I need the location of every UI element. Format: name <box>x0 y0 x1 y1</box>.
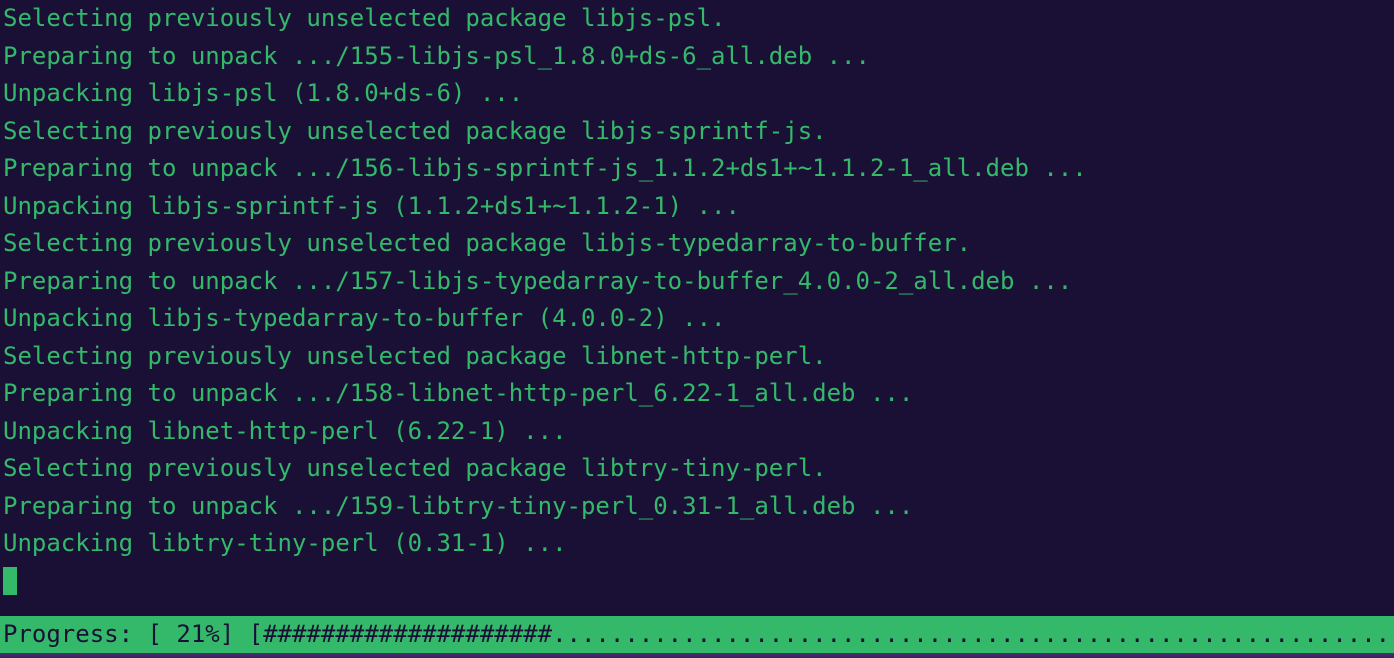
terminal-line: Unpacking libjs-typedarray-to-buffer (4.… <box>0 300 1394 338</box>
terminal-window[interactable]: Selecting previously unselected package … <box>0 0 1394 658</box>
terminal-line: Selecting previously unselected package … <box>0 225 1394 263</box>
terminal-line: Unpacking libtry-tiny-perl (0.31-1) ... <box>0 525 1394 563</box>
terminal-line: Unpacking libnet-http-perl (6.22-1) ... <box>0 413 1394 451</box>
terminal-cursor <box>3 567 17 595</box>
terminal-line: Preparing to unpack .../157-libjs-typeda… <box>0 263 1394 301</box>
terminal-line: Preparing to unpack .../159-libtry-tiny-… <box>0 488 1394 526</box>
apt-progress-bar: Progress: [ 21%] [####################..… <box>0 616 1394 653</box>
window-border-bottom <box>0 653 1394 658</box>
terminal-line: Preparing to unpack .../158-libnet-http-… <box>0 375 1394 413</box>
terminal-line: Unpacking libjs-sprintf-js (1.1.2+ds1+~1… <box>0 188 1394 226</box>
terminal-line: Preparing to unpack .../156-libjs-sprint… <box>0 150 1394 188</box>
terminal-line: Selecting previously unselected package … <box>0 0 1394 38</box>
terminal-line: Unpacking libjs-psl (1.8.0+ds-6) ... <box>0 75 1394 113</box>
terminal-line: Selecting previously unselected package … <box>0 113 1394 151</box>
terminal-line: Selecting previously unselected package … <box>0 450 1394 488</box>
terminal-output: Selecting previously unselected package … <box>0 0 1394 563</box>
terminal-line: Selecting previously unselected package … <box>0 338 1394 376</box>
terminal-line: Preparing to unpack .../155-libjs-psl_1.… <box>0 38 1394 76</box>
